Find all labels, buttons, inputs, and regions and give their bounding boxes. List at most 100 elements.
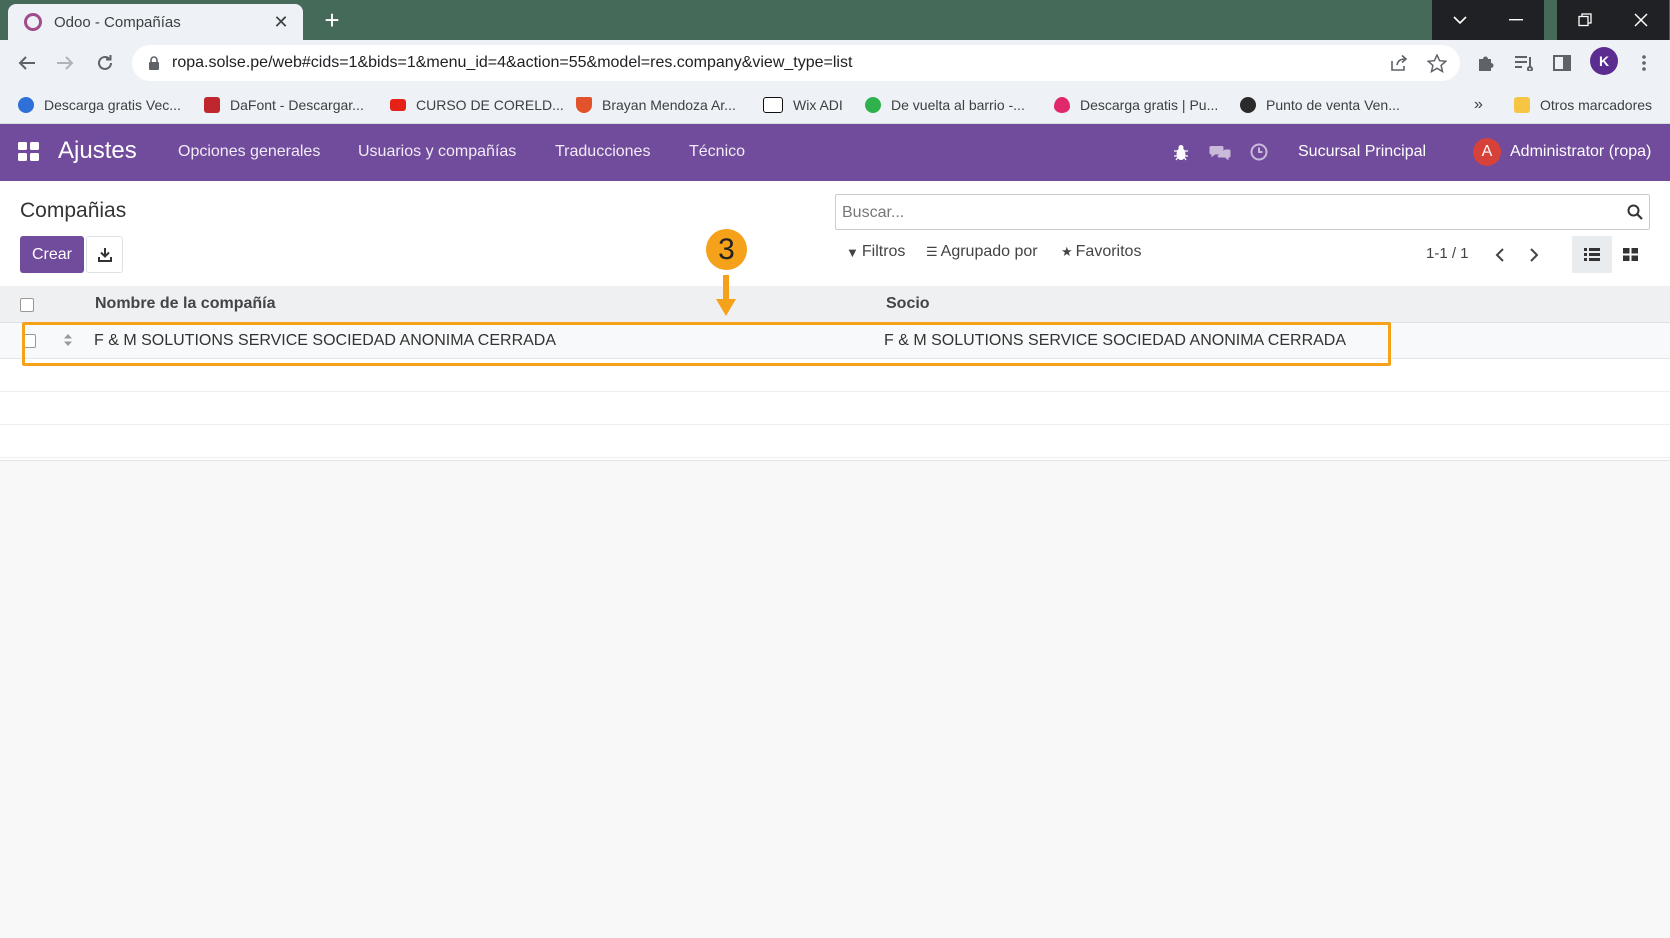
back-button[interactable] bbox=[15, 51, 39, 75]
minimize-button[interactable] bbox=[1488, 0, 1544, 40]
star-icon: ★ bbox=[1061, 244, 1073, 259]
bookmark-favicon-icon bbox=[204, 97, 220, 113]
drag-handle-icon[interactable] bbox=[63, 333, 73, 347]
bug-icon[interactable] bbox=[1173, 144, 1189, 161]
pager-value[interactable]: 1-1 / 1 bbox=[1426, 245, 1469, 262]
favorites-label: Favoritos bbox=[1075, 243, 1142, 260]
menu-traducciones[interactable]: Traducciones bbox=[555, 143, 650, 161]
side-panel-icon bbox=[1553, 55, 1571, 71]
user-menu[interactable]: Administrator (ropa) bbox=[1510, 143, 1651, 161]
other-bookmarks-folder[interactable]: Otros marcadores bbox=[1514, 94, 1652, 116]
bookmark-item[interactable]: Wix ADI bbox=[763, 94, 843, 116]
kebab-menu-icon bbox=[1642, 55, 1646, 71]
app-name[interactable]: Ajustes bbox=[58, 137, 137, 165]
drop-icon bbox=[1054, 97, 1070, 113]
menu-usuarios-companias[interactable]: Usuarios y compañías bbox=[358, 143, 516, 161]
star-icon[interactable] bbox=[1427, 54, 1447, 73]
filters-label: Filtros bbox=[861, 243, 906, 260]
group-by-icon: ☰ bbox=[926, 244, 938, 259]
clock-icon[interactable] bbox=[1250, 143, 1268, 161]
youtube-icon bbox=[390, 99, 406, 111]
folder-icon bbox=[1514, 97, 1530, 113]
bookmark-label: Wix ADI bbox=[793, 97, 843, 113]
control-panel: Compañias Crear ▼ Filtros ☰ Agrupado por… bbox=[0, 181, 1670, 286]
new-tab-button[interactable]: + bbox=[318, 6, 346, 34]
odoo-favicon-icon bbox=[24, 13, 42, 31]
side-panel-button[interactable] bbox=[1550, 51, 1574, 75]
bookmark-item[interactable]: DaFont - Descargar... bbox=[204, 94, 364, 116]
group-by-label: Agrupado por bbox=[940, 243, 1038, 260]
bookmarks-more-button[interactable]: » bbox=[1474, 94, 1483, 116]
browser-tab[interactable]: Odoo - Compañías ✕ bbox=[8, 4, 303, 40]
favorites-button[interactable]: ★ Favoritos bbox=[1061, 243, 1141, 261]
filter-icon: ▼ bbox=[846, 244, 859, 260]
cell-company-name[interactable]: F & M SOLUTIONS SERVICE SOCIEDAD ANONIMA… bbox=[94, 332, 556, 350]
menu-opciones-generales[interactable]: Opciones generales bbox=[178, 143, 320, 161]
bookmark-favicon-icon bbox=[18, 97, 34, 113]
share-icon[interactable] bbox=[1389, 54, 1409, 72]
step-number-badge: 3 bbox=[706, 229, 747, 270]
arrow-right-icon bbox=[57, 56, 74, 70]
lock-icon bbox=[149, 55, 159, 70]
search-icon[interactable] bbox=[1627, 204, 1643, 220]
chevron-right-icon bbox=[1530, 248, 1539, 262]
puzzle-icon bbox=[1479, 56, 1494, 71]
bookmark-label: Brayan Mendoza Ar... bbox=[602, 97, 736, 113]
tab-search-button[interactable] bbox=[1432, 0, 1488, 40]
arrow-left-icon bbox=[18, 56, 35, 70]
menu-tecnico[interactable]: Técnico bbox=[689, 143, 745, 161]
company-switcher[interactable]: Sucursal Principal bbox=[1298, 143, 1426, 161]
bookmark-item[interactable]: Punto de venta Ven... bbox=[1240, 94, 1400, 116]
tab-title: Odoo - Compañías bbox=[54, 13, 181, 31]
select-all-checkbox[interactable] bbox=[20, 298, 34, 312]
chevron-down-icon bbox=[1453, 16, 1467, 25]
reading-list-button[interactable] bbox=[1512, 51, 1536, 75]
kanban-view-button[interactable] bbox=[1610, 236, 1650, 273]
table-row[interactable]: F & M SOLUTIONS SERVICE SOCIEDAD ANONIMA… bbox=[0, 323, 1670, 359]
pager-next-button[interactable] bbox=[1524, 245, 1544, 265]
restore-button[interactable] bbox=[1557, 0, 1613, 40]
column-header-name[interactable]: Nombre de la compañía bbox=[95, 295, 276, 313]
filters-button[interactable]: ▼ Filtros bbox=[846, 243, 905, 261]
minimize-icon bbox=[1509, 19, 1523, 21]
list-view-button[interactable] bbox=[1572, 236, 1612, 273]
bookmark-item[interactable]: Brayan Mendoza Ar... bbox=[576, 94, 736, 116]
tab-close-icon[interactable]: ✕ bbox=[271, 12, 291, 33]
kanban-view-icon bbox=[1622, 248, 1638, 261]
bookmark-item[interactable]: Descarga gratis Vec... bbox=[18, 94, 181, 116]
wix-icon bbox=[763, 97, 783, 113]
row-checkbox[interactable] bbox=[22, 334, 36, 348]
user-avatar[interactable]: A bbox=[1473, 138, 1501, 166]
profile-avatar[interactable]: K bbox=[1590, 47, 1618, 75]
reload-icon bbox=[98, 55, 112, 70]
column-header-partner[interactable]: Socio bbox=[886, 295, 930, 313]
bookmark-item[interactable]: CURSO DE CORELD... bbox=[390, 94, 564, 116]
address-bar[interactable]: ropa.solse.pe/web#cids=1&bids=1&menu_id=… bbox=[132, 45, 1460, 81]
bookmarks-bar: Descarga gratis Vec... DaFont - Descarga… bbox=[0, 86, 1670, 124]
url-text: ropa.solse.pe/web#cids=1&bids=1&menu_id=… bbox=[172, 54, 853, 71]
download-icon bbox=[97, 248, 112, 262]
close-window-button[interactable] bbox=[1613, 0, 1669, 40]
create-button[interactable]: Crear bbox=[20, 236, 84, 273]
search-box bbox=[835, 194, 1650, 230]
list-view-icon bbox=[1584, 248, 1600, 261]
restore-icon bbox=[1578, 13, 1592, 27]
pager-previous-button[interactable] bbox=[1490, 245, 1510, 265]
bookmark-label: CURSO DE CORELD... bbox=[416, 97, 564, 113]
apps-grid-icon[interactable] bbox=[18, 142, 40, 162]
group-by-button[interactable]: ☰ Agrupado por bbox=[926, 243, 1038, 261]
cell-partner[interactable]: F & M SOLUTIONS SERVICE SOCIEDAD ANONIMA… bbox=[884, 332, 1346, 350]
chevron-left-icon bbox=[1495, 248, 1504, 262]
bookmark-item[interactable]: Descarga gratis | Pu... bbox=[1054, 94, 1218, 116]
search-input[interactable] bbox=[842, 201, 1602, 225]
browser-menu-button[interactable] bbox=[1632, 51, 1656, 75]
empty-row bbox=[0, 425, 1670, 458]
star-badge-icon bbox=[1240, 97, 1256, 113]
bookmark-item[interactable]: De vuelta al barrio -... bbox=[865, 94, 1025, 116]
forward-button[interactable] bbox=[53, 51, 77, 75]
export-button[interactable] bbox=[86, 236, 123, 273]
chat-icon[interactable] bbox=[1209, 145, 1231, 161]
reload-button[interactable] bbox=[93, 51, 117, 75]
empty-row bbox=[0, 392, 1670, 425]
extensions-button[interactable] bbox=[1474, 51, 1498, 75]
